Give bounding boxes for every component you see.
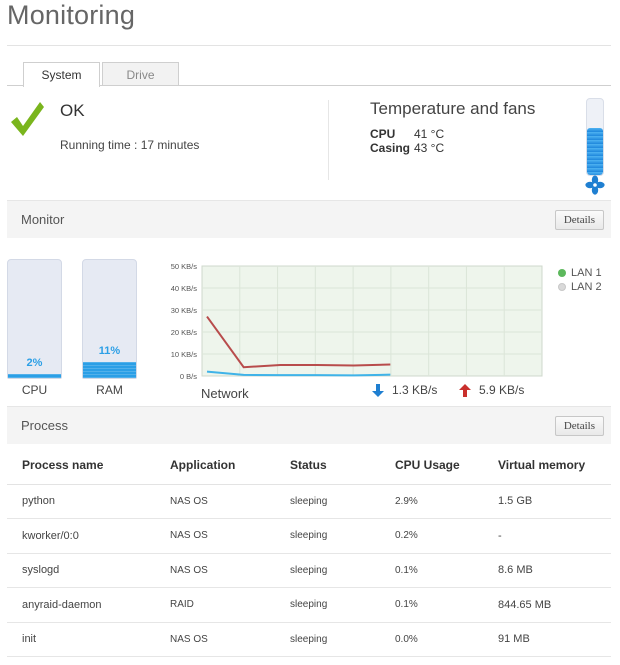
legend-dot-lan2 xyxy=(558,283,566,291)
cell-virtual-memory: - xyxy=(498,518,611,554)
vertical-divider xyxy=(328,100,329,180)
y-tick-label: 30 KB/s xyxy=(171,306,198,315)
legend-label-lan2: LAN 2 xyxy=(571,281,602,293)
checkmark-icon xyxy=(11,102,44,136)
col-process-name[interactable]: Process name xyxy=(7,446,170,485)
fan-icon xyxy=(585,175,605,195)
process-section-header: Process Details xyxy=(7,406,611,444)
cell-status: sleeping xyxy=(290,587,395,623)
process-title: Process xyxy=(21,418,68,433)
cpu-gauge-value: 2% xyxy=(26,357,43,369)
cell-application: NAS OS xyxy=(170,553,290,588)
upload-rate-value: 5.9 KB/s xyxy=(479,383,525,397)
cell-virtual-memory: 844.65 MB xyxy=(498,587,611,623)
casing-temp-label: Casing xyxy=(370,141,411,155)
network-label: Network xyxy=(201,386,249,401)
cell-application: RAID xyxy=(170,587,290,623)
page-title: Monitoring xyxy=(7,0,136,30)
monitor-section-header: Monitor Details xyxy=(7,200,611,238)
col-virtual-memory[interactable]: Virtual memory xyxy=(498,446,611,485)
table-row[interactable]: kworker/0:0 NAS OS sleeping 0.2% - xyxy=(7,518,611,554)
tab-drive[interactable]: Drive xyxy=(102,62,179,86)
network-legend: LAN 1 LAN 2 xyxy=(558,266,602,294)
monitor-title: Monitor xyxy=(21,212,65,227)
cell-cpu-usage: 0.2% xyxy=(395,518,498,554)
title-divider xyxy=(7,45,611,46)
ram-gauge: 11% xyxy=(82,259,137,379)
table-row[interactable]: init NAS OS sleeping 0.0% 91 MB xyxy=(7,622,611,657)
download-rate: 1.3 KB/s xyxy=(372,383,437,397)
thermometer-gauge xyxy=(586,98,604,176)
y-tick-label: 40 KB/s xyxy=(171,284,198,293)
plot-area xyxy=(201,265,543,377)
cell-application: NAS OS xyxy=(170,622,290,657)
table-header-row: Process name Application Status CPU Usag… xyxy=(7,446,611,485)
table-row[interactable]: anyraid-daemon RAID sleeping 0.1% 844.65… xyxy=(7,587,611,623)
cpu-gauge-label: CPU xyxy=(21,383,48,397)
casing-temp-value: 43 °C xyxy=(414,141,445,155)
legend-label-lan1: LAN 1 xyxy=(571,267,602,279)
legend-item-lan2[interactable]: LAN 2 xyxy=(558,280,602,294)
cell-process-name: init xyxy=(7,622,170,657)
ram-gauge-value: 11% xyxy=(98,345,121,357)
cell-process-name: anyraid-daemon xyxy=(7,587,170,623)
process-table: Process name Application Status CPU Usag… xyxy=(7,446,611,657)
cpu-gauge: 2% xyxy=(7,259,62,379)
cpu-temperature-row: CPU 41 °C xyxy=(370,127,444,141)
cell-process-name: syslogd xyxy=(7,553,170,588)
thermometer-fill xyxy=(587,127,603,175)
y-tick-label: 10 KB/s xyxy=(171,350,198,359)
cell-application: NAS OS xyxy=(170,484,290,519)
upload-arrow-icon xyxy=(459,383,471,397)
cell-cpu-usage: 0.0% xyxy=(395,622,498,657)
cell-process-name: python xyxy=(7,484,170,519)
cpu-temp-value: 41 °C xyxy=(414,127,445,141)
table-row[interactable]: syslogd NAS OS sleeping 0.1% 8.6 MB xyxy=(7,553,611,588)
download-rate-value: 1.3 KB/s xyxy=(392,383,438,397)
cell-cpu-usage: 2.9% xyxy=(395,484,498,519)
tab-system[interactable]: System xyxy=(23,62,100,87)
legend-dot-lan1 xyxy=(558,269,566,277)
cpu-temp-label: CPU xyxy=(370,127,396,141)
cell-application: NAS OS xyxy=(170,518,290,554)
cell-status: sleeping xyxy=(290,484,395,519)
cell-process-name: kworker/0:0 xyxy=(7,518,170,554)
y-tick-label: 20 KB/s xyxy=(171,328,198,337)
col-status[interactable]: Status xyxy=(290,446,395,485)
cell-status: sleeping xyxy=(290,553,395,588)
y-tick-label: 50 KB/s xyxy=(171,262,198,271)
cell-cpu-usage: 0.1% xyxy=(395,587,498,623)
ram-gauge-label: RAM xyxy=(96,383,123,397)
cell-status: sleeping xyxy=(290,518,395,554)
table-row[interactable]: python NAS OS sleeping 2.9% 1.5 GB xyxy=(7,484,611,519)
process-details-button[interactable]: Details xyxy=(554,416,604,436)
running-time: Running time : 17 minutes xyxy=(60,138,200,152)
cell-cpu-usage: 0.1% xyxy=(395,553,498,588)
casing-temperature-row: Casing 43 °C xyxy=(370,141,444,155)
col-cpu-usage[interactable]: CPU Usage xyxy=(395,446,498,485)
y-tick-label: 0 B/s xyxy=(180,372,197,381)
cell-status: sleeping xyxy=(290,622,395,657)
tab-bar: System Drive xyxy=(23,62,179,87)
monitor-details-button[interactable]: Details xyxy=(554,210,604,230)
upload-rate: 5.9 KB/s xyxy=(459,383,524,397)
network-chart: 0 B/s 10 KB/s 20 KB/s 30 KB/s 40 KB/s 50 KB/s xyxy=(171,262,543,381)
ram-gauge-fill xyxy=(83,362,136,378)
temperature-title: Temperature and fans xyxy=(370,99,536,118)
download-arrow-icon xyxy=(372,383,384,397)
cpu-gauge-fill xyxy=(8,374,61,378)
cell-virtual-memory: 91 MB xyxy=(498,622,611,657)
col-application[interactable]: Application xyxy=(170,446,290,485)
status-label: OK xyxy=(60,101,85,120)
legend-item-lan1[interactable]: LAN 1 xyxy=(558,266,602,280)
cell-virtual-memory: 1.5 GB xyxy=(498,484,611,519)
cell-virtual-memory: 8.6 MB xyxy=(498,553,611,588)
